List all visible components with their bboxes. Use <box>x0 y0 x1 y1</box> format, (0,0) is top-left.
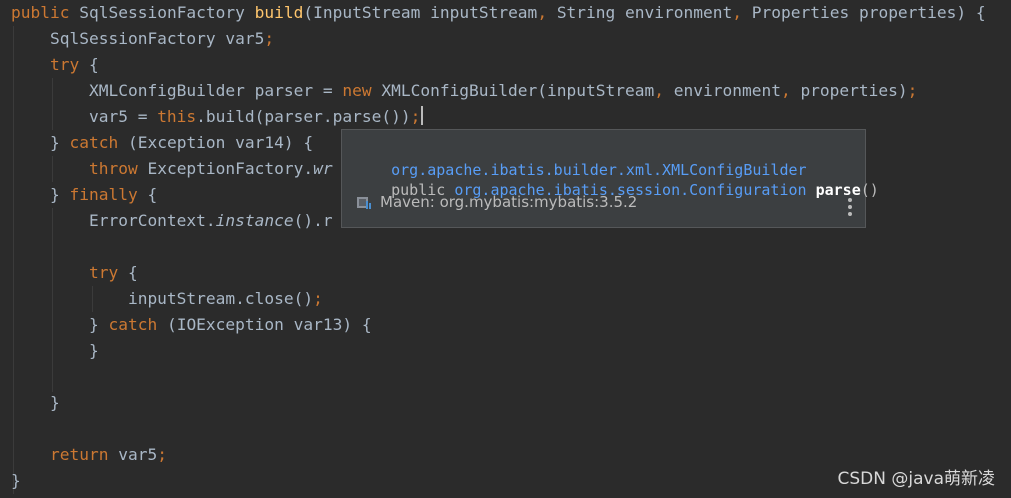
code-token: , <box>732 3 752 22</box>
code-token: .build(parser.parse()) <box>196 107 411 126</box>
code-line[interactable]: } <box>11 468 21 494</box>
code-line[interactable]: } <box>11 338 99 364</box>
code-token: SqlSessionFactory <box>79 3 255 22</box>
code-token: } <box>11 133 70 152</box>
code-token: ; <box>264 29 275 48</box>
code-line[interactable]: SqlSessionFactory var5; <box>11 26 274 52</box>
code-token: try <box>88 263 119 282</box>
code-line[interactable]: public SqlSessionFactory build(InputStre… <box>11 0 986 26</box>
code-token: } <box>11 341 99 360</box>
code-token: properties) <box>800 81 908 100</box>
code-token: catch <box>69 133 119 152</box>
code-token: new <box>342 81 382 100</box>
code-token: } <box>11 185 70 204</box>
code-token: wr <box>313 159 333 178</box>
code-line[interactable]: } finally { <box>11 182 157 208</box>
code-token: ; <box>313 289 323 308</box>
code-line[interactable]: } catch (IOException var13) { <box>11 312 372 338</box>
code-token: this <box>157 107 197 126</box>
code-line[interactable]: try { <box>11 260 138 286</box>
code-token: (Exception var14) { <box>118 133 314 152</box>
code-line[interactable]: return var5; <box>11 442 167 468</box>
code-token: } <box>11 315 109 334</box>
code-token: (InputStream inputStream <box>303 3 538 22</box>
code-token: } <box>11 471 21 490</box>
quick-documentation-popup[interactable]: org.apache.ibatis.builder.xml.XMLConfigB… <box>341 129 879 228</box>
code-token: throw <box>88 159 148 178</box>
code-token: , <box>654 81 674 100</box>
library-jar-icon <box>356 195 373 210</box>
code-token: ().r <box>293 211 333 230</box>
code-token: Properties properties) { <box>751 3 986 22</box>
text-caret <box>421 106 424 125</box>
code-line[interactable]: XMLConfigBuilder parser = new XMLConfigB… <box>11 78 917 104</box>
code-token: catch <box>108 315 158 334</box>
doc-params: () <box>860 181 879 199</box>
library-label: Maven: org.mybatis:mybatis:3.5.2 <box>380 193 638 211</box>
code-line[interactable]: } catch (Exception var14) { <box>11 130 313 156</box>
code-editor[interactable]: public SqlSessionFactory build(InputStre… <box>0 0 1011 498</box>
code-token: { <box>79 55 99 74</box>
code-token: } <box>11 393 60 412</box>
code-line[interactable]: var5 = this.build(parser.parse()); <box>11 104 424 130</box>
code-token: return <box>49 445 119 464</box>
code-line[interactable]: throw ExceptionFactory.wr <box>11 156 333 182</box>
code-token: var5 <box>118 445 158 464</box>
code-token: ; <box>157 445 167 464</box>
code-token: ExceptionFactory. <box>147 159 314 178</box>
code-token: ; <box>907 81 918 100</box>
code-line[interactable]: } <box>11 390 60 416</box>
code-line[interactable]: try { <box>11 52 99 78</box>
code-line[interactable]: ErrorContext.instance().r <box>11 208 333 234</box>
code-token: build <box>254 3 304 22</box>
code-token: instance <box>215 211 294 230</box>
code-token: , <box>780 81 801 100</box>
code-token: { <box>118 263 138 282</box>
code-token: public <box>11 3 80 22</box>
code-token: environment <box>673 81 781 100</box>
code-token: inputStream.close() <box>11 289 314 308</box>
code-token: var5 = <box>11 107 158 126</box>
code-token: String environment <box>556 3 733 22</box>
doc-method-name: parse <box>815 181 861 199</box>
code-token: , <box>537 3 557 22</box>
code-token: (IOException var13) { <box>157 315 372 334</box>
code-token: finally <box>69 185 138 204</box>
code-token: { <box>137 185 158 204</box>
code-line[interactable]: inputStream.close(); <box>11 286 323 312</box>
code-token: ; <box>410 107 421 126</box>
watermark: CSDN @java萌新凌 <box>837 469 996 489</box>
code-token: ErrorContext. <box>11 211 216 230</box>
code-token: XMLConfigBuilder parser = <box>11 81 343 100</box>
code-token: try <box>49 55 80 74</box>
code-token: XMLConfigBuilder(inputStream <box>381 81 655 100</box>
doc-library: Maven: org.mybatis:mybatis:3.5.2 <box>356 192 637 212</box>
more-vertical-icon[interactable] <box>847 198 853 216</box>
code-token: SqlSessionFactory var5 <box>11 29 265 48</box>
